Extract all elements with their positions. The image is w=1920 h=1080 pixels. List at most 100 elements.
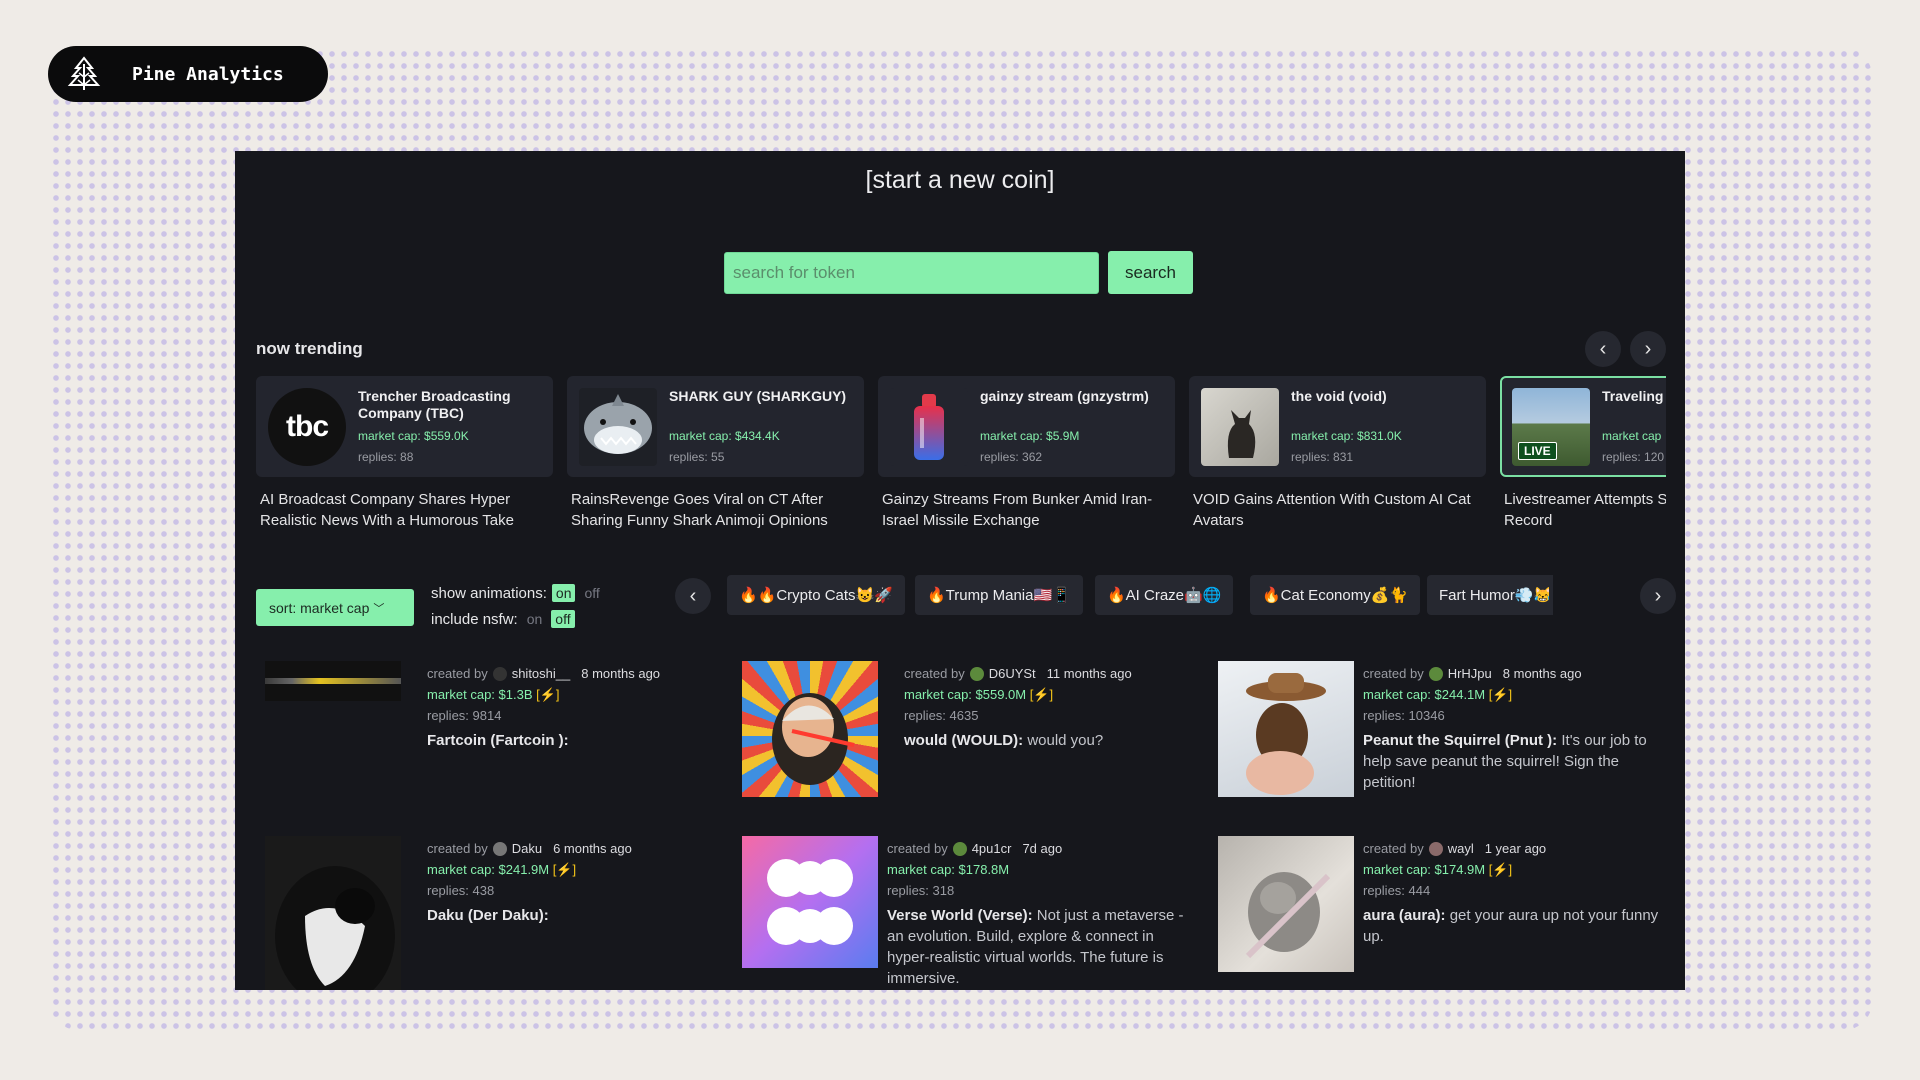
trending-replies: replies: 362 <box>980 450 1043 464</box>
trending-heading: now trending <box>256 339 363 358</box>
animations-on-toggle[interactable]: on <box>551 584 576 602</box>
trending-name: Trencher Broadcasting Company (TBC) <box>358 388 511 421</box>
coin-name: Daku (Der Daku): <box>427 907 549 924</box>
peanut-squirrel-image <box>1218 661 1354 797</box>
coin-market-cap: market cap: $241.9M [⚡] <box>427 862 577 877</box>
pine-tree-icon <box>67 56 101 90</box>
avatar <box>492 666 507 681</box>
chevron-right-icon: › <box>1644 337 1652 360</box>
trending-description: RainsRevenge Goes Viral on CT After Shar… <box>571 491 828 529</box>
trending-name: SHARK GUY (SHARKGUY) <box>669 388 847 404</box>
creator-link[interactable]: wayl <box>1448 838 1474 859</box>
sort-dropdown[interactable]: sort: market cap ﹀ <box>256 589 414 626</box>
category-chip[interactable]: 🔥Cat Economy💰🐈 <box>1250 575 1421 615</box>
trending-carousel: tbc Trencher Broadcasting Company (TBC) … <box>256 376 1666 541</box>
avatar <box>969 666 984 681</box>
coin-market-cap: market cap: $559.0M [⚡] <box>904 687 1054 702</box>
category-chip[interactable]: 🔥🔥Crypto Cats😺🚀 <box>727 575 905 615</box>
coin-replies: replies: 438 <box>427 883 495 898</box>
chevron-down-icon: ﹀ <box>373 602 385 615</box>
trending-replies: replies: 88 <box>358 450 414 464</box>
brand-badge: Pine Analytics <box>48 46 328 102</box>
coin-description: would you? <box>1027 732 1104 749</box>
brand-name: Pine Analytics <box>132 63 284 85</box>
trending-market-cap: market cap: $831.0K <box>1291 429 1402 443</box>
trending-next-button[interactable]: › <box>1630 331 1666 367</box>
animations-label: show animations: <box>431 584 547 602</box>
trending-market-cap: market cap: $5.9M <box>980 429 1080 443</box>
shark-image <box>579 388 657 466</box>
livestream-thumbnail: LIVE <box>1512 388 1590 466</box>
coin-replies: replies: 4635 <box>904 708 979 723</box>
bolt-icon: [⚡] <box>552 862 577 877</box>
category-chip-partial[interactable] <box>1549 575 1553 615</box>
category-chip[interactable]: 🔥Trump Mania🇺🇸📱 <box>915 575 1083 615</box>
coin-name: Fartcoin (Fartcoin ): <box>427 732 569 749</box>
nsfw-on-toggle[interactable]: on <box>523 611 547 627</box>
animations-toggle-row: show animations: on off <box>431 584 604 602</box>
aura-cat-image <box>1218 836 1354 972</box>
bolt-icon: [⚡] <box>1029 687 1054 702</box>
nsfw-toggle-row: include nsfw: on off <box>431 610 575 628</box>
trending-replies: replies: 55 <box>669 450 725 464</box>
avatar <box>952 841 967 856</box>
category-chip[interactable]: Fart Humor💨😹 <box>1427 575 1553 615</box>
trending-card[interactable]: SHARK GUY (SHARKGUY) market cap: $434.4K… <box>567 376 864 531</box>
chevron-left-icon: ‹ <box>689 584 697 607</box>
sort-label: sort: market cap <box>269 599 370 616</box>
trending-prev-button[interactable]: ‹ <box>1585 331 1621 367</box>
pump-app-screenshot: [start a new coin] search now trending ‹… <box>235 151 1685 990</box>
trending-card[interactable]: the void (void) market cap: $831.0K repl… <box>1189 376 1486 531</box>
creator-link[interactable]: Daku <box>512 838 542 859</box>
chevron-left-icon: ‹ <box>1599 337 1607 360</box>
animations-off-toggle[interactable]: off <box>580 585 603 601</box>
creator-link[interactable]: D6UYSt <box>989 663 1036 684</box>
avatar <box>492 841 507 856</box>
would-image <box>742 661 878 797</box>
trending-name: the void (void) <box>1291 388 1387 404</box>
coin-replies: replies: 9814 <box>427 708 502 723</box>
search-button[interactable]: search <box>1108 251 1193 294</box>
start-new-coin-link[interactable]: [start a new coin] <box>235 166 1685 195</box>
nsfw-label: include nsfw: <box>431 610 518 628</box>
bolt-icon: [⚡] <box>536 687 560 702</box>
trending-card[interactable]: tbc Trencher Broadcasting Company (TBC) … <box>256 376 553 531</box>
bolt-icon: [⚡] <box>1488 687 1513 702</box>
coin-market-cap: market cap: $178.8M <box>887 862 1010 877</box>
avatar <box>1428 666 1443 681</box>
creator-link[interactable]: shitoshi__ <box>512 663 571 684</box>
trending-name: gainzy stream (gnzystrm) <box>980 388 1149 404</box>
coin-replies: replies: 10346 <box>1363 708 1445 723</box>
trending-description: Livestreamer Attempts State Road Trip Re… <box>1504 491 1666 529</box>
tbc-logo-image: tbc <box>268 388 346 466</box>
coin-market-cap: market cap: $174.9M [⚡] <box>1363 862 1513 877</box>
categories-prev-button[interactable]: ‹ <box>675 578 711 614</box>
trending-card[interactable]: gainzy stream (gnzystrm) market cap: $5.… <box>878 376 1175 531</box>
trending-description: VOID Gains Attention With Custom AI Cat … <box>1193 491 1471 529</box>
creator-link[interactable]: HrHJpu <box>1448 663 1492 684</box>
category-chips: 🔥🔥Crypto Cats😺🚀 🔥Trump Mania🇺🇸📱 🔥AI Craz… <box>727 575 1553 615</box>
live-badge: LIVE <box>1518 442 1557 460</box>
creator-link[interactable]: 4pu1cr <box>972 838 1012 859</box>
nsfw-off-toggle[interactable]: off <box>551 610 575 628</box>
coin-market-cap: market cap: $244.1M [⚡] <box>1363 687 1513 702</box>
coin-market-cap: market cap: $1.3B [⚡] <box>427 687 560 702</box>
verse-logo-image <box>742 836 878 968</box>
coin-name: Verse World (Verse): <box>887 907 1033 924</box>
categories-next-button[interactable]: › <box>1640 578 1676 614</box>
trending-card-live[interactable]: LIVE Traveling States LI market cap repl… <box>1500 376 1666 531</box>
category-chip[interactable]: 🔥AI Craze🤖🌐 <box>1095 575 1234 615</box>
fartcoin-image <box>265 661 401 701</box>
search-input[interactable] <box>724 252 1099 294</box>
avatar <box>1428 841 1443 856</box>
cat-image <box>1201 388 1279 466</box>
trending-replies: replies: 120 <box>1602 450 1665 464</box>
trending-replies: replies: 831 <box>1291 450 1354 464</box>
daku-dog-image <box>265 836 401 990</box>
chevron-right-icon: › <box>1654 584 1662 607</box>
coin-replies: replies: 318 <box>887 883 955 898</box>
trending-market-cap: market cap <box>1602 429 1662 443</box>
coin-name: would (WOULD): <box>904 732 1024 749</box>
coin-name: aura (aura): <box>1363 907 1446 924</box>
trending-market-cap: market cap: $559.0K <box>358 429 469 443</box>
